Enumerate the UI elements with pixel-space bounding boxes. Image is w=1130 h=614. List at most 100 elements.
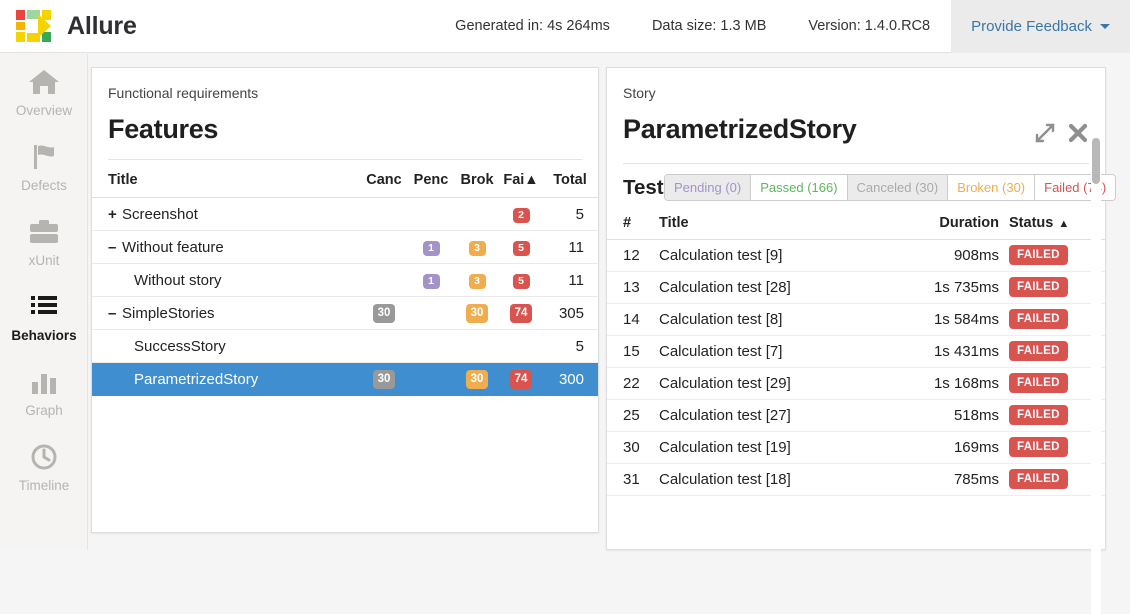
table-row[interactable]: 31 Calculation test [18] 785ms FAILED bbox=[607, 463, 1105, 496]
col-header-status[interactable]: Status ▲ bbox=[999, 205, 1105, 240]
case-number-cell: 31 bbox=[607, 463, 659, 496]
status-badge: 30 bbox=[465, 304, 489, 323]
total-count-cell: 5 bbox=[542, 197, 598, 231]
col-header-duration[interactable]: Duration bbox=[889, 205, 999, 240]
canceled-count-cell bbox=[360, 197, 408, 231]
feature-title-cell[interactable]: Without story bbox=[92, 263, 360, 297]
collapse-toggle-icon[interactable]: – bbox=[108, 305, 122, 322]
table-row[interactable]: + Screenshot 2 5 bbox=[92, 197, 598, 231]
table-row[interactable]: – Without feature 1 3 5 11 bbox=[92, 230, 598, 264]
table-row[interactable]: SuccessStory 5 bbox=[92, 329, 598, 363]
cases-header-row: # Title Duration Status ▲ bbox=[607, 205, 1105, 240]
table-row[interactable]: 13 Calculation test [28] 1s 735ms FAILED bbox=[607, 271, 1105, 304]
case-title-cell[interactable]: Calculation test [28] bbox=[659, 271, 889, 304]
table-row[interactable]: 14 Calculation test [8] 1s 584ms FAILED bbox=[607, 303, 1105, 336]
status-badge: 1 bbox=[422, 240, 440, 257]
col-header-pending[interactable]: Penc bbox=[408, 160, 454, 198]
data-size-text: Data size: 1.3 MB bbox=[651, 18, 767, 34]
sidebar-item-graph[interactable]: Graph bbox=[0, 354, 88, 429]
col-header-canceled[interactable]: Canc bbox=[360, 160, 408, 198]
col-header-failed-label: Fai bbox=[503, 172, 525, 188]
status-filter-group: Pending (0) Passed (166) Canceled (30) Brok… bbox=[664, 174, 1117, 201]
case-title-cell[interactable]: Calculation test [8] bbox=[659, 303, 889, 336]
bar-chart-icon bbox=[29, 365, 59, 399]
header-meta-group: Generated in: 4s 264ms Data size: 1.3 MB… bbox=[434, 0, 1130, 53]
feature-title-cell[interactable]: – SimpleStories bbox=[92, 296, 360, 330]
table-row[interactable]: ParametrizedStory 30 30 74 300 bbox=[92, 362, 598, 396]
case-number-cell: 13 bbox=[607, 271, 659, 304]
sidebar-item-overview[interactable]: Overview bbox=[0, 54, 88, 129]
table-row[interactable]: 30 Calculation test [19] 169ms FAILED bbox=[607, 431, 1105, 464]
broken-count-cell: 30 bbox=[454, 296, 500, 330]
col-header-total[interactable]: Total bbox=[542, 160, 598, 198]
total-count-cell: 305 bbox=[542, 296, 598, 330]
status-badge: 5 bbox=[512, 273, 530, 290]
version-text: Version: 1.4.0.RC8 bbox=[808, 18, 931, 34]
filter-broken-button[interactable]: Broken (30) bbox=[948, 175, 1036, 200]
sidebar-item-behaviors[interactable]: Behaviors bbox=[0, 279, 88, 354]
case-number-cell: 30 bbox=[607, 431, 659, 464]
filter-canceled-button[interactable]: Canceled (30) bbox=[847, 175, 949, 200]
table-row[interactable]: 15 Calculation test [7] 1s 431ms FAILED bbox=[607, 335, 1105, 368]
scrollbar-track[interactable] bbox=[1091, 136, 1101, 614]
col-header-num[interactable]: # bbox=[607, 205, 659, 240]
caret-down-icon bbox=[1100, 23, 1110, 29]
pending-count-cell bbox=[408, 329, 454, 363]
total-count-cell: 300 bbox=[542, 362, 598, 396]
sidebar-item-timeline[interactable]: Timeline bbox=[0, 429, 88, 504]
expand-toggle-icon[interactable]: + bbox=[108, 206, 122, 223]
brand-title: Allure bbox=[67, 11, 137, 40]
scrollbar-thumb[interactable] bbox=[1092, 138, 1100, 184]
filter-pending-button[interactable]: Pending (0) bbox=[665, 175, 752, 200]
filter-passed-button[interactable]: Passed (166) bbox=[751, 175, 848, 200]
title-divider bbox=[623, 163, 1089, 164]
case-duration-cell: 1s 431ms bbox=[889, 335, 999, 368]
status-badge: 1 bbox=[422, 273, 440, 290]
sidebar-item-xunit[interactable]: xUnit bbox=[0, 204, 88, 279]
table-row[interactable]: – SimpleStories 30 30 74 305 bbox=[92, 296, 598, 330]
feature-title-cell[interactable]: + Screenshot bbox=[92, 197, 360, 231]
case-title-cell[interactable]: Calculation test [7] bbox=[659, 335, 889, 368]
feature-title-cell[interactable]: SuccessStory bbox=[92, 329, 360, 363]
provide-feedback-button[interactable]: Provide Feedback bbox=[951, 0, 1130, 53]
failed-count-cell: 5 bbox=[500, 263, 542, 297]
table-row[interactable]: 12 Calculation test [9] 908ms FAILED bbox=[607, 239, 1105, 272]
case-status-cell: FAILED bbox=[999, 239, 1105, 272]
brand-area[interactable]: Allure bbox=[0, 8, 137, 44]
feature-title-cell[interactable]: – Without feature bbox=[92, 230, 360, 264]
flag-icon bbox=[29, 140, 59, 174]
case-duration-cell: 1s 735ms bbox=[889, 271, 999, 304]
total-count-cell: 11 bbox=[542, 263, 598, 297]
col-header-title[interactable]: Title bbox=[92, 160, 360, 198]
case-title-cell[interactable]: Calculation test [19] bbox=[659, 431, 889, 464]
cases-table: # Title Duration Status ▲ 12 Calculation t… bbox=[607, 205, 1105, 496]
close-icon[interactable] bbox=[1067, 122, 1089, 149]
case-number-cell: 22 bbox=[607, 367, 659, 400]
status-badge: FAILED bbox=[1009, 341, 1068, 362]
collapse-toggle-icon[interactable]: – bbox=[108, 239, 122, 256]
case-duration-cell: 518ms bbox=[889, 399, 999, 432]
case-status-cell: FAILED bbox=[999, 431, 1105, 464]
table-row[interactable]: Without story 1 3 5 11 bbox=[92, 263, 598, 297]
feature-title-label: Without story bbox=[134, 271, 222, 289]
table-row[interactable]: 22 Calculation test [29] 1s 168ms FAILED bbox=[607, 367, 1105, 400]
pending-count-cell: 1 bbox=[408, 230, 454, 264]
expand-arrows-icon[interactable] bbox=[1034, 122, 1056, 149]
sidebar-item-defects[interactable]: Defects bbox=[0, 129, 88, 204]
case-title-cell[interactable]: Calculation test [18] bbox=[659, 463, 889, 496]
status-badge: 30 bbox=[372, 370, 396, 389]
col-header-broken[interactable]: Brok bbox=[454, 160, 500, 198]
pending-count-cell: 1 bbox=[408, 263, 454, 297]
table-row[interactable]: 25 Calculation test [27] 518ms FAILED bbox=[607, 399, 1105, 432]
page-title: ParametrizedStory bbox=[623, 114, 857, 144]
case-title-cell[interactable]: Calculation test [29] bbox=[659, 367, 889, 400]
filter-failed-button[interactable]: Failed (74) bbox=[1035, 175, 1116, 200]
case-title-cell[interactable]: Calculation test [27] bbox=[659, 399, 889, 432]
case-title-cell[interactable]: Calculation test [9] bbox=[659, 239, 889, 272]
app-header: Allure Generated in: 4s 264ms Data size:… bbox=[0, 0, 1130, 53]
col-header-failed[interactable]: Fai▲ bbox=[500, 160, 542, 198]
case-status-cell: FAILED bbox=[999, 399, 1105, 432]
feature-title-cell[interactable]: ParametrizedStory bbox=[92, 362, 360, 396]
failed-count-cell: 74 bbox=[500, 296, 542, 330]
col-header-title[interactable]: Title bbox=[659, 205, 889, 240]
